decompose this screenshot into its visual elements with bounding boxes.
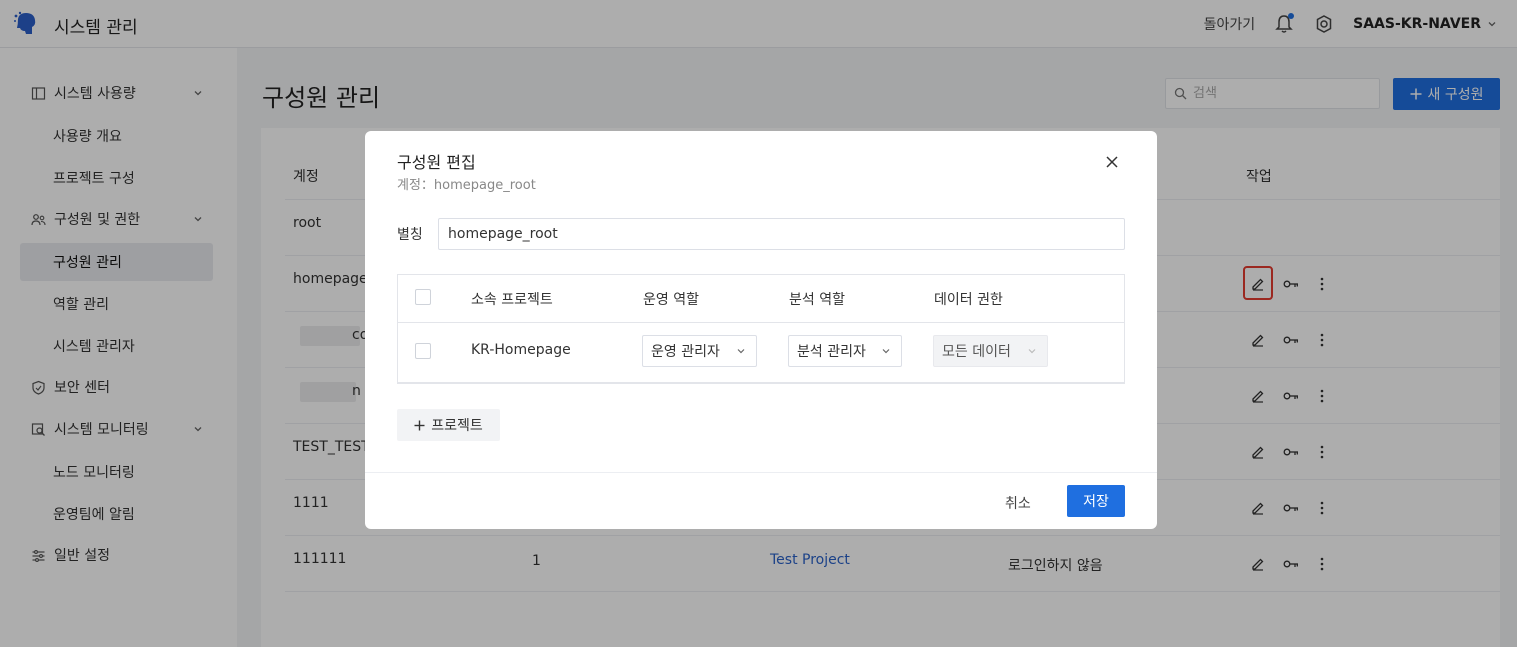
alias-label: 별칭 <box>397 227 423 243</box>
save-button[interactable]: 저장 <box>1067 485 1125 517</box>
project-table-row: KR-Homepage 운영 관리자 분석 관리자 모든 데이터 <box>398 323 1124 383</box>
row-checkbox[interactable] <box>415 343 431 359</box>
header-ops-role: 운영 역할 <box>643 292 699 308</box>
dialog-footer-divider <box>365 472 1157 473</box>
header-analysis-role: 분석 역할 <box>789 292 845 308</box>
header-project: 소속 프로젝트 <box>471 292 553 308</box>
close-icon[interactable] <box>1103 153 1121 171</box>
header-data-permission: 데이터 권한 <box>934 292 1003 308</box>
add-project-button[interactable]: 프로젝트 <box>397 409 500 441</box>
ops-role-value: 운영 관리자 <box>651 344 720 360</box>
dialog-subtitle: 계정：homepage_root <box>397 178 536 193</box>
select-all-checkbox[interactable] <box>415 289 431 305</box>
ops-role-select[interactable]: 운영 관리자 <box>642 335 757 367</box>
analysis-role-value: 분석 관리자 <box>797 344 866 360</box>
dialog-title: 구성원 편집 <box>397 153 476 172</box>
cancel-button[interactable]: 취소 <box>1005 493 1031 513</box>
chevron-down-icon <box>1028 349 1036 354</box>
row-project-name: KR-Homepage <box>471 342 571 358</box>
chevron-down-icon <box>737 349 745 354</box>
plus-icon <box>414 420 425 430</box>
add-project-label: 프로젝트 <box>431 418 483 434</box>
project-role-table: 소속 프로젝트 운영 역할 분석 역할 데이터 권한 KR-Homepage 운… <box>397 274 1125 384</box>
chevron-down-icon <box>882 349 890 354</box>
alias-input[interactable] <box>438 218 1125 250</box>
project-table-header: 소속 프로젝트 운영 역할 분석 역할 데이터 권한 <box>398 275 1124 323</box>
analysis-role-select[interactable]: 분석 관리자 <box>788 335 902 367</box>
edit-member-dialog: 구성원 편집 계정：homepage_root 별칭 소속 프로젝트 운영 역할… <box>365 131 1157 529</box>
data-permission-value: 모든 데이터 <box>942 344 1011 360</box>
data-permission-select: 모든 데이터 <box>933 335 1048 367</box>
